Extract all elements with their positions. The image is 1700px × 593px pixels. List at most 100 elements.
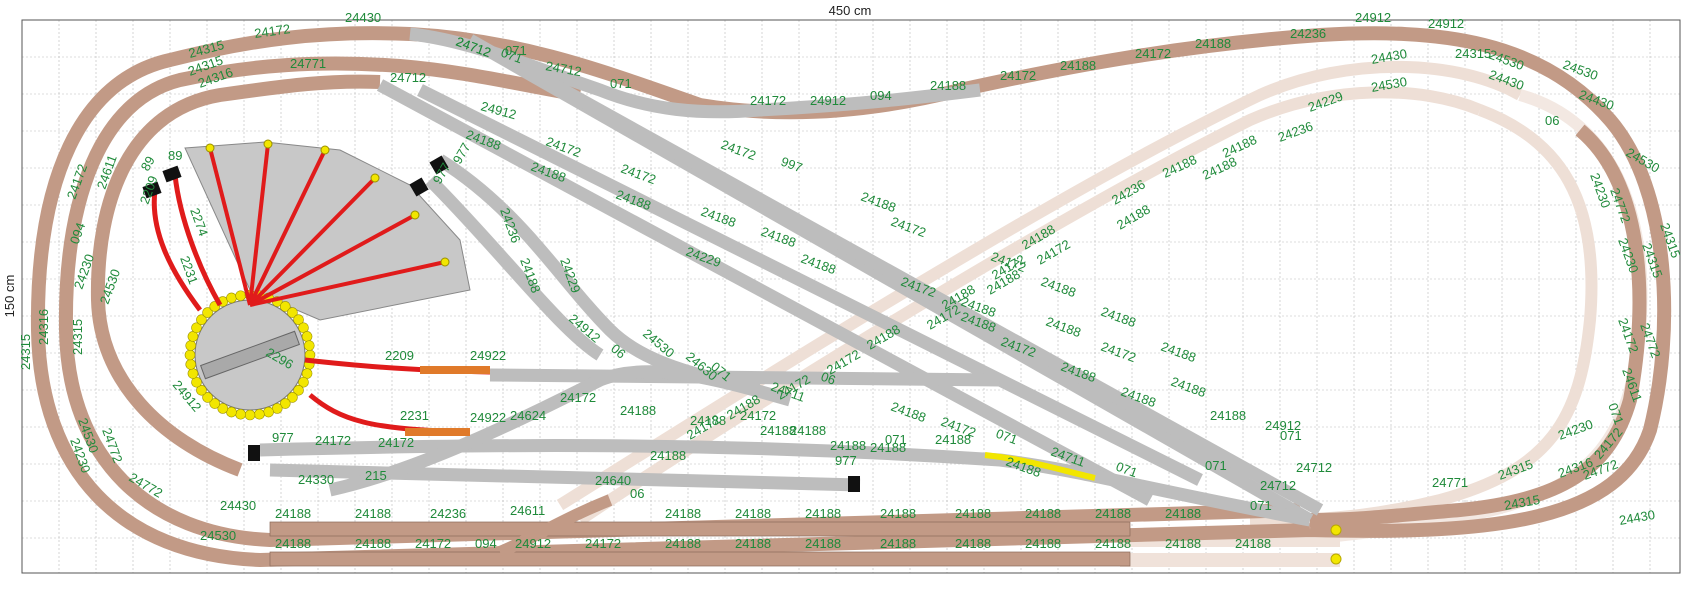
track-part-label: 24315 — [70, 319, 85, 355]
track-part-label: 24188 — [1095, 536, 1131, 551]
track-part-label: 071 — [885, 432, 907, 447]
track-part-label: 06 — [1545, 113, 1559, 128]
track-part-label: 24912 — [810, 93, 846, 108]
turntable-ring-dot — [226, 292, 237, 304]
track-part-label: 24188 — [1165, 506, 1201, 521]
track-part-label: 24430 — [345, 10, 381, 25]
track-part-label: 24172 — [378, 435, 414, 450]
yard-row-2 — [269, 551, 1131, 567]
stall-end-marker — [410, 210, 420, 220]
turntable-ring-dot — [235, 408, 246, 420]
track-part-label: 24188 — [955, 506, 991, 521]
track-part-label: 24236 — [430, 506, 466, 521]
track-part-label: 24188 — [930, 78, 966, 93]
turntable-ring-dot — [301, 331, 313, 342]
yard-row-1 — [269, 521, 1131, 537]
track-part-label: 24771 — [1432, 475, 1468, 490]
track-part-label: 24172 — [585, 536, 621, 551]
track-part-label: 24922 — [470, 348, 506, 363]
track-part-label: 24188 — [1095, 506, 1131, 521]
track-part-label: 071 — [1205, 458, 1227, 473]
track-part-label: 89 — [168, 148, 182, 163]
bumper-5 — [248, 445, 260, 461]
track-part-label: 24188 — [880, 506, 916, 521]
track-part-label: 24315 — [18, 334, 33, 370]
track-part-label: 24188 — [805, 536, 841, 551]
stall-end-marker — [263, 139, 273, 149]
track-part-label: 24188 — [935, 432, 971, 447]
track-part-label: 977 — [272, 430, 294, 445]
track-part-label: 24172 — [750, 93, 786, 108]
track-part-label: 24188 — [1025, 506, 1061, 521]
track-part-label: 24188 — [880, 536, 916, 551]
track-part-label: 24330 — [298, 472, 334, 487]
end-marker-1 — [1330, 524, 1342, 536]
track-part-label: 24188 — [1025, 536, 1061, 551]
track-part-label: 24624 — [510, 408, 546, 423]
track-part-label: 24188 — [665, 536, 701, 551]
track-part-label: 24712 — [1260, 478, 1296, 493]
turntable-ring-dot — [184, 349, 196, 361]
orange-lead-2 — [405, 428, 470, 436]
track-part-label: 24172 — [1135, 46, 1171, 61]
track-part-label: 094 — [475, 536, 497, 551]
track-part-label: 24172 — [315, 433, 351, 448]
track-part-label: 24188 — [760, 423, 796, 438]
track-part-label: 24430 — [220, 498, 256, 513]
track-part-label: 977 — [835, 453, 857, 468]
track-part-label: 24188 — [1235, 536, 1271, 551]
turntable-ring-dot — [244, 409, 256, 421]
width-dimension-label: 450 cm — [829, 3, 872, 18]
turntable-ring-dot — [235, 290, 246, 302]
track-part-label: 071 — [1280, 428, 1302, 443]
track-part-label: 2209 — [385, 348, 414, 363]
stall-end-marker — [205, 143, 215, 153]
track-part-label: 2231 — [400, 408, 429, 423]
track-part-label: 24640 — [595, 473, 631, 488]
track-part-label: 24188 — [955, 536, 991, 551]
track-part-label: 24188 — [275, 506, 311, 521]
track-part-label: 24188 — [275, 536, 311, 551]
track-part-label: 24188 — [1165, 536, 1201, 551]
track-part-label: 24712 — [390, 70, 426, 85]
turntable-ring-dot — [254, 408, 265, 420]
track-part-label: 094 — [870, 88, 892, 103]
track-part-label: 215 — [365, 468, 387, 483]
track-part-label: 24611 — [510, 503, 545, 518]
bumper-6 — [848, 476, 860, 492]
track-part-label: 24188 — [355, 506, 391, 521]
orange-lead-1 — [420, 366, 490, 374]
track-part-label: 24188 — [355, 536, 391, 551]
track-part-label: 24188 — [620, 403, 656, 418]
track-part-label: 24188 — [1210, 408, 1246, 423]
track-part-label: 24188 — [1060, 58, 1096, 73]
track-plan-diagram: 450 cm 150 cm 24315241722443024315243162… — [0, 0, 1700, 593]
turntable-ring-dot — [185, 359, 197, 370]
track-part-label: 24912 — [1355, 10, 1391, 25]
turntable-ring-dot — [187, 368, 199, 379]
track-part-label: 24912 — [1428, 16, 1464, 31]
track-part-label: 071 — [1250, 498, 1272, 513]
track-part-label: 24315 — [1455, 46, 1491, 61]
track-part-label: 24922 — [470, 410, 506, 425]
track-part-label: 24236 — [1290, 26, 1326, 41]
track-part-label: 24771 — [290, 56, 326, 71]
end-marker-2 — [1330, 553, 1342, 565]
track-part-label: 24188 — [1195, 36, 1231, 51]
track-part-label: 071 — [610, 76, 632, 91]
track-part-label: 24912 — [515, 536, 551, 551]
stall-end-marker — [440, 257, 450, 267]
turntable-ring-dot — [185, 340, 197, 351]
track-part-label: 24188 — [830, 438, 866, 453]
track-part-label: 24188 — [665, 506, 701, 521]
track-part-label: 24172 — [415, 536, 451, 551]
track-part-label: 24188 — [805, 506, 841, 521]
track-part-label: 24188 — [735, 506, 771, 521]
track-part-label: 24530 — [200, 528, 236, 543]
stall-end-marker — [320, 145, 330, 155]
track-part-label: 24188 — [650, 448, 686, 463]
track-part-label: 06 — [630, 486, 644, 501]
track-part-label: 24172 — [1000, 68, 1036, 83]
track-part-label: 24188 — [735, 536, 771, 551]
turntable-ring-dot — [303, 340, 315, 351]
